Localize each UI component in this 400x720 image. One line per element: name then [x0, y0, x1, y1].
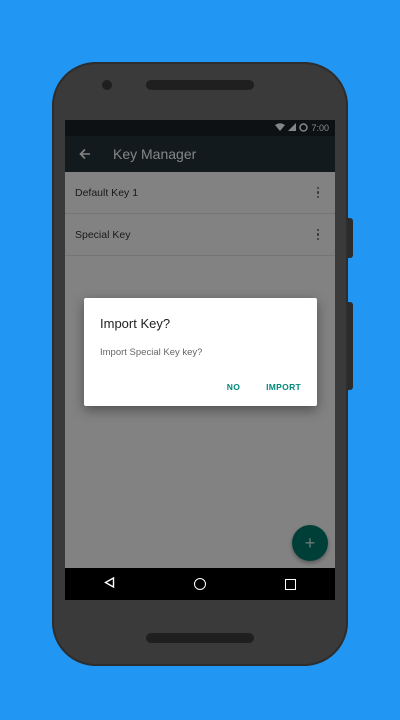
bottom-speaker: [146, 633, 254, 643]
nav-home-icon[interactable]: [193, 578, 206, 590]
nav-back-icon[interactable]: [104, 575, 115, 593]
volume-button: [348, 302, 353, 390]
top-speaker: [146, 80, 254, 90]
nav-recents-icon[interactable]: [284, 578, 296, 590]
screen: 7:00 Key Manager Default Key 1 Special K…: [65, 120, 335, 600]
dialog-title: Import Key?: [100, 316, 171, 331]
power-button: [348, 218, 353, 258]
dialog-message: Import Special Key key?: [100, 347, 203, 358]
navigation-bar: [65, 568, 335, 600]
import-key-dialog: Import Key? Import Special Key key? NO I…: [84, 298, 317, 406]
no-button[interactable]: NO: [227, 382, 240, 392]
phone-frame: 7:00 Key Manager Default Key 1 Special K…: [52, 62, 353, 666]
import-button[interactable]: IMPORT: [266, 382, 301, 392]
dialog-actions: NO IMPORT: [227, 382, 301, 392]
camera-icon: [102, 80, 112, 90]
